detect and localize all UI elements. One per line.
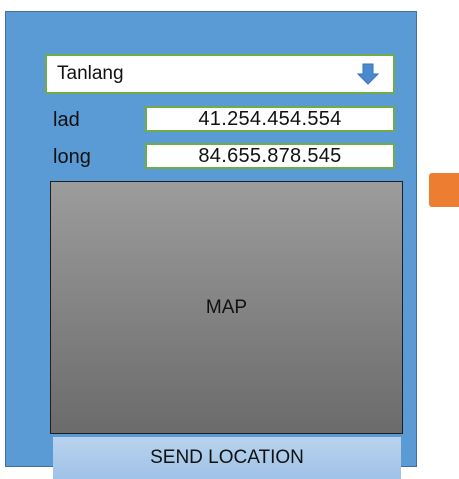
longitude-label: long <box>53 146 91 168</box>
arrow-down-icon[interactable] <box>356 62 380 86</box>
side-tab-handle[interactable] <box>427 171 459 209</box>
dropdown-selected-value: Tanlang <box>57 63 124 84</box>
send-location-button[interactable]: SEND LOCATION <box>53 437 401 479</box>
latitude-label: lad <box>53 109 80 131</box>
send-location-label: SEND LOCATION <box>150 447 304 468</box>
map-label: MAP <box>205 296 248 318</box>
latitude-field[interactable]: 41.254.454.554 <box>145 106 395 132</box>
longitude-field[interactable]: 84.655.878.545 <box>145 143 395 169</box>
location-dropdown[interactable]: Tanlang <box>45 54 395 94</box>
map-view[interactable]: MAP <box>50 181 403 434</box>
